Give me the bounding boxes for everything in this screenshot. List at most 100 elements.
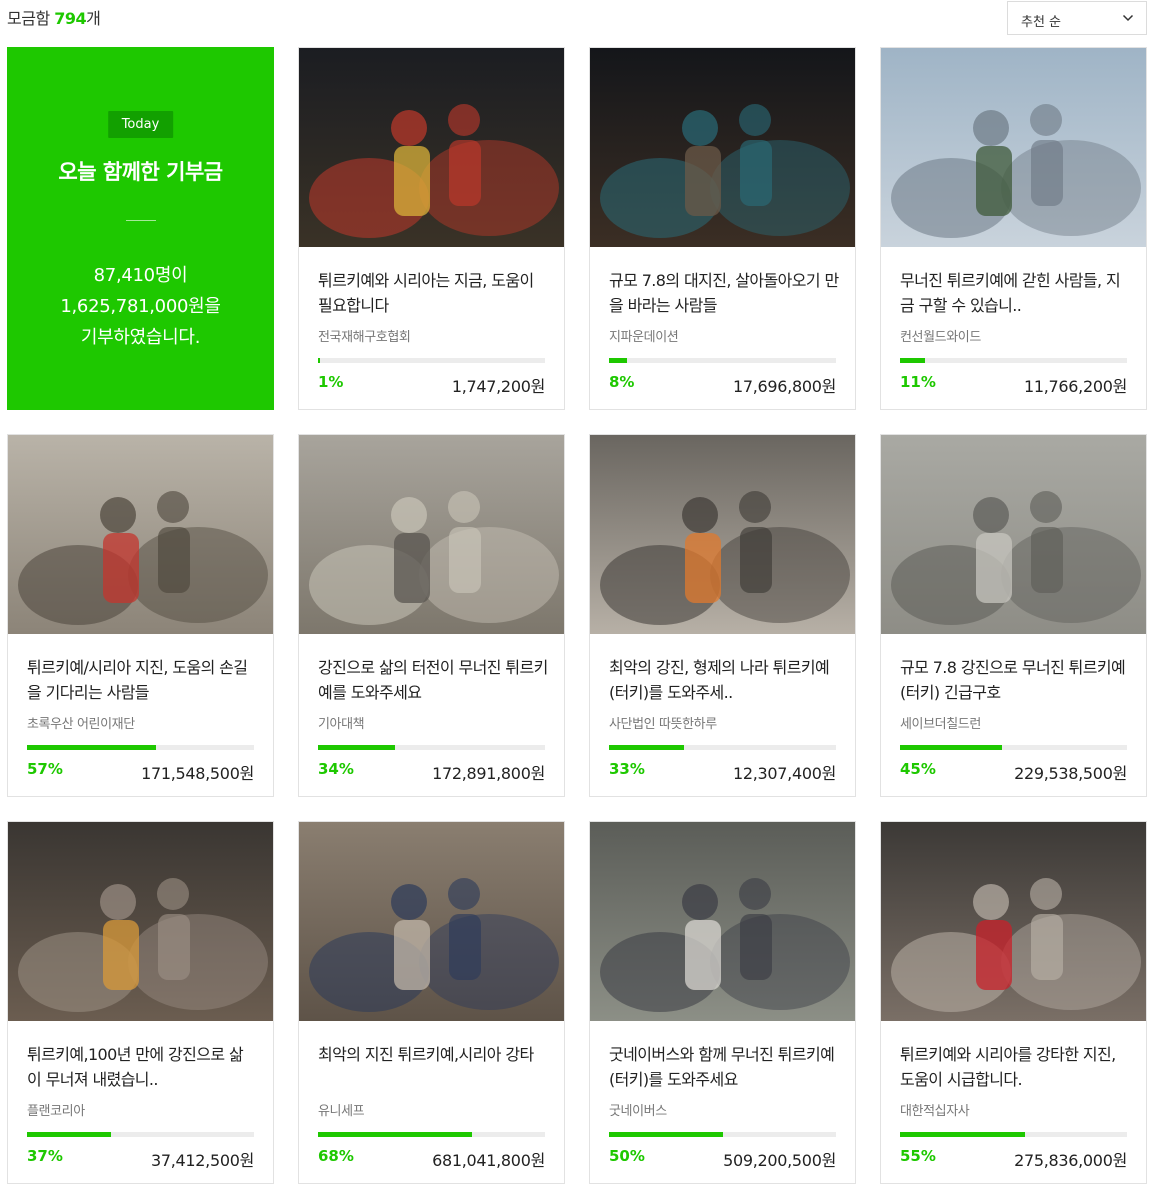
- today-badge: Today: [107, 111, 174, 138]
- progress-fill: [609, 358, 628, 363]
- progress-fill: [900, 1132, 1025, 1137]
- raised-amount: 11,766,200원: [1023, 377, 1127, 396]
- campaign-organization: 유니세프: [318, 1104, 365, 1119]
- campaign-organization: 초록우산 어린이재단: [27, 717, 135, 732]
- campaign-organization: 굿네이버스: [609, 1104, 667, 1119]
- progress-percent: 34%: [318, 760, 354, 778]
- campaign-card[interactable]: 튀르키예/시리아 지진, 도움의 손길을 기다리는 사람들초록우산 어린이재단 5…: [7, 434, 274, 797]
- top-bar: 모금함 794개 추천 순: [0, 0, 1155, 36]
- campaign-title[interactable]: 강진으로 삶의 터전이 무너진 튀르키예를 도와주세요: [318, 655, 548, 705]
- campaign-card[interactable]: 규모 7.8의 대지진, 살아돌아오기 만을 바라는 사람들지파운데이션 8% 17…: [589, 47, 856, 410]
- today-donation-total: 1,625,781,000원을: [60, 296, 221, 317]
- raised-amount: 37,412,500원: [150, 1151, 254, 1170]
- today-title: 오늘 함께한 기부금: [58, 160, 223, 184]
- campaign-title[interactable]: 튀르키예와 시리아는 지금, 도움이 필요합니다: [318, 268, 548, 318]
- campaign-title[interactable]: 튀르키예와 시리아를 강타한 지진, 도움이 시급합니다.: [900, 1042, 1130, 1092]
- today-summary-text: 87,410명이 1,625,781,000원을 기부하였습니다.: [8, 260, 273, 353]
- campaign-photo[interactable]: [881, 48, 1146, 247]
- campaign-organization: 대한적십자사: [900, 1104, 970, 1119]
- progress-bar: [609, 1132, 836, 1137]
- campaign-card[interactable]: 최악의 지진 튀르키예,시리아 강타유니세프 68% 681,041,800원: [298, 821, 565, 1184]
- campaign-photo[interactable]: [299, 822, 564, 1021]
- raised-amount: 681,041,800원: [432, 1151, 545, 1170]
- today-donor-count: 87,410명이: [93, 265, 188, 286]
- today-divider: [125, 220, 156, 221]
- progress-percent: 57%: [27, 760, 63, 778]
- raised-amount: 172,891,800원: [432, 764, 545, 783]
- campaign-title[interactable]: 무너진 튀르키예에 갇힌 사람들, 지금 구할 수 있습니..: [900, 268, 1130, 318]
- campaign-card[interactable]: 무너진 튀르키예에 갇힌 사람들, 지금 구할 수 있습니.. 컨선월드와이드 11…: [880, 47, 1147, 410]
- campaign-title[interactable]: 최악의 강진, 형제의 나라 튀르키예(터키)를 도와주세..: [609, 655, 839, 705]
- progress-fill: [609, 1132, 723, 1137]
- progress-bar: [27, 1132, 254, 1137]
- progress-percent: 37%: [27, 1147, 63, 1165]
- campaign-card[interactable]: 튀르키예,100년 만에 강진으로 삶이 무너져 내렸습니.. 플랜코리아 37% 3…: [7, 821, 274, 1184]
- campaign-photo[interactable]: [590, 822, 855, 1021]
- campaign-title[interactable]: 튀르키예/시리아 지진, 도움의 손길을 기다리는 사람들: [27, 655, 257, 705]
- progress-bar: [609, 358, 836, 363]
- progress-percent: 1%: [318, 373, 344, 391]
- campaign-photo[interactable]: [299, 435, 564, 634]
- campaign-photo[interactable]: [590, 435, 855, 634]
- progress-percent: 45%: [900, 760, 936, 778]
- chevron-down-icon: [1122, 14, 1134, 22]
- today-summary-card: Today 오늘 함께한 기부금 87,410명이 1,625,781,000원…: [7, 47, 274, 410]
- raised-amount: 1,747,200원: [451, 377, 545, 396]
- campaign-photo[interactable]: [590, 48, 855, 247]
- campaign-card[interactable]: 튀르키예와 시리아를 강타한 지진, 도움이 시급합니다. 대한적십자사 55% 27…: [880, 821, 1147, 1184]
- campaign-organization: 컨선월드와이드: [900, 330, 981, 345]
- raised-amount: 275,836,000원: [1014, 1151, 1127, 1170]
- fundraiser-grid: Today 오늘 함께한 기부금 87,410명이 1,625,781,000원…: [7, 47, 1147, 1184]
- count-prefix: 모금함: [7, 9, 50, 28]
- progress-bar: [900, 1132, 1127, 1137]
- campaign-photo[interactable]: [8, 822, 273, 1021]
- progress-percent: 68%: [318, 1147, 354, 1165]
- raised-amount: 509,200,500원: [723, 1151, 836, 1170]
- progress-bar: [900, 358, 1127, 363]
- raised-amount: 229,538,500원: [1014, 764, 1127, 783]
- progress-bar: [609, 745, 836, 750]
- campaign-card[interactable]: 튀르키예와 시리아는 지금, 도움이 필요합니다전국재해구호협회 1% 1,747,…: [298, 47, 565, 410]
- campaign-title[interactable]: 규모 7.8의 대지진, 살아돌아오기 만을 바라는 사람들: [609, 268, 839, 318]
- progress-bar: [27, 745, 254, 750]
- progress-bar: [318, 745, 545, 750]
- campaign-organization: 전국재해구호협회: [318, 330, 411, 345]
- campaign-card[interactable]: 규모 7.8 강진으로 무너진 튀르키예(터키) 긴급구호세이브더칠드런 45% 2…: [880, 434, 1147, 797]
- sort-select[interactable]: 추천 순: [1007, 1, 1147, 35]
- progress-fill: [27, 745, 157, 750]
- campaign-photo[interactable]: [881, 435, 1146, 634]
- progress-percent: 33%: [609, 760, 645, 778]
- progress-bar: [318, 358, 545, 363]
- progress-fill: [318, 745, 396, 750]
- campaign-organization: 지파운데이션: [609, 330, 679, 345]
- campaign-organization: 플랜코리아: [27, 1104, 85, 1119]
- campaign-photo[interactable]: [881, 822, 1146, 1021]
- progress-fill: [900, 358, 925, 363]
- progress-percent: 11%: [900, 373, 936, 391]
- progress-fill: [318, 1132, 473, 1137]
- sort-select-label: 추천 순: [1021, 15, 1062, 30]
- campaign-title[interactable]: 튀르키예,100년 만에 강진으로 삶이 무너져 내렸습니..: [27, 1042, 257, 1092]
- progress-percent: 55%: [900, 1147, 936, 1165]
- raised-amount: 12,307,400원: [732, 764, 836, 783]
- progress-fill: [318, 358, 321, 363]
- progress-bar: [900, 745, 1127, 750]
- campaign-title[interactable]: 굿네이버스와 함께 무너진 튀르키예(터키)를 도와주세요: [609, 1042, 839, 1092]
- raised-amount: 171,548,500원: [141, 764, 254, 783]
- count-suffix: 개: [86, 9, 101, 28]
- campaign-card[interactable]: 강진으로 삶의 터전이 무너진 튀르키예를 도와주세요 기아대책 34% 172,89…: [298, 434, 565, 797]
- progress-percent: 8%: [609, 373, 635, 391]
- campaign-organization: 세이브더칠드런: [900, 717, 981, 732]
- campaign-card[interactable]: 최악의 강진, 형제의 나라 튀르키예(터키)를 도와주세.. 사단법인 따뜻한하…: [589, 434, 856, 797]
- progress-percent: 50%: [609, 1147, 645, 1165]
- today-summary-suffix: 기부하였습니다.: [80, 327, 201, 348]
- campaign-photo[interactable]: [299, 48, 564, 247]
- campaign-title[interactable]: 규모 7.8 강진으로 무너진 튀르키예(터키) 긴급구호: [900, 655, 1130, 705]
- progress-fill: [900, 745, 1003, 750]
- raised-amount: 17,696,800원: [732, 377, 836, 396]
- progress-bar: [318, 1132, 545, 1137]
- campaign-photo[interactable]: [8, 435, 273, 634]
- campaign-card[interactable]: 굿네이버스와 함께 무너진 튀르키예(터키)를 도와주세요굿네이버스 50% 509…: [589, 821, 856, 1184]
- campaign-title[interactable]: 최악의 지진 튀르키예,시리아 강타: [318, 1042, 548, 1092]
- progress-fill: [27, 1132, 111, 1137]
